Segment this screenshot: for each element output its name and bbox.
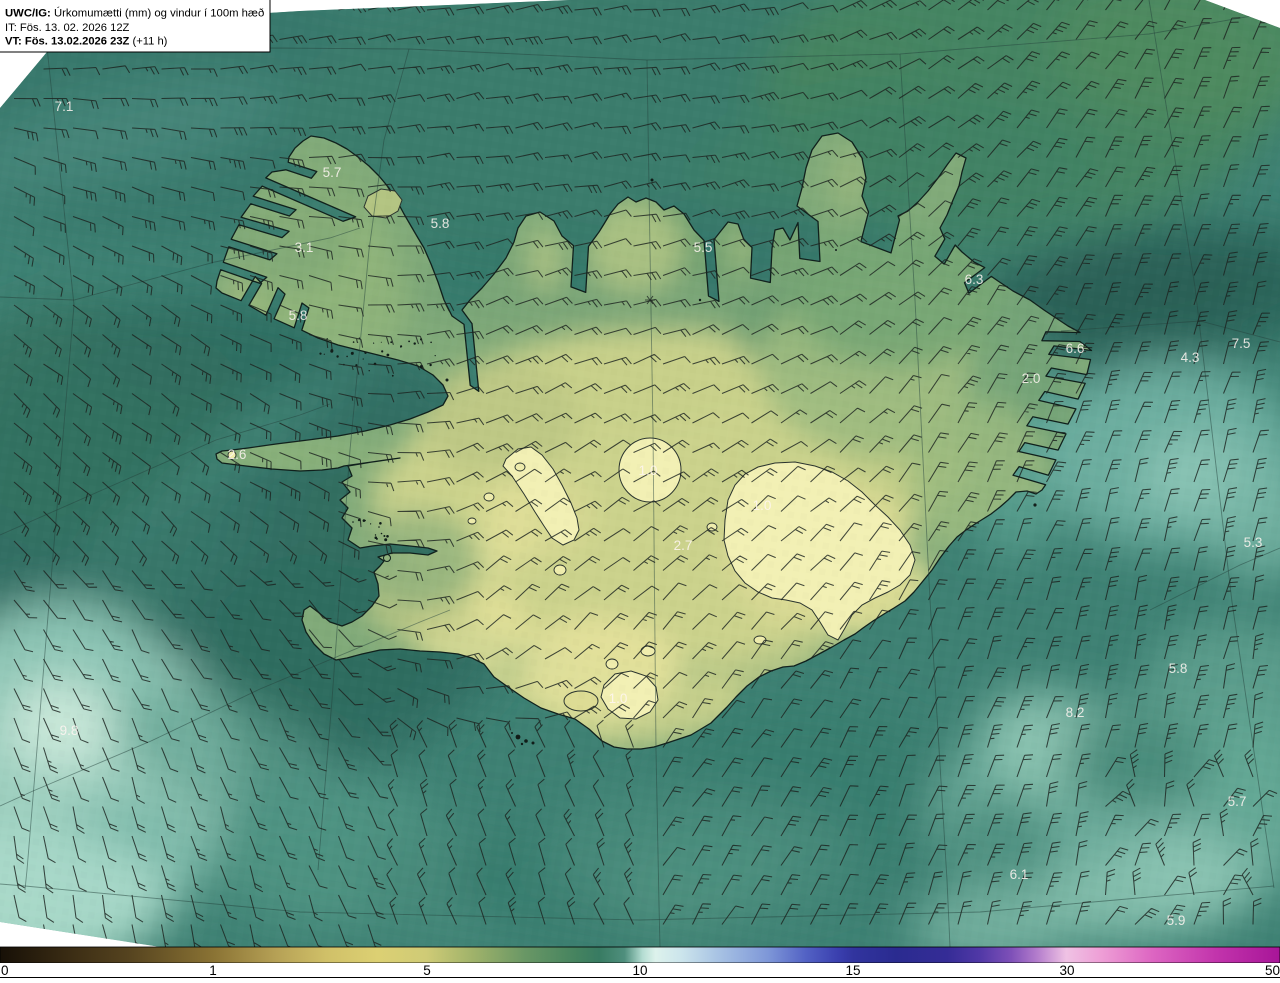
svg-text:50: 50 <box>1265 963 1280 978</box>
svg-text:IT: Fös. 13. 02. 2026 12Z: IT: Fös. 13. 02. 2026 12Z <box>5 22 130 34</box>
svg-text:1: 1 <box>209 963 217 978</box>
svg-text:5: 5 <box>423 963 431 978</box>
svg-text:5.8: 5.8 <box>431 216 450 231</box>
svg-text:5.5: 5.5 <box>694 240 713 255</box>
svg-text:30: 30 <box>1059 963 1074 978</box>
svg-text:6.1: 6.1 <box>1010 867 1029 882</box>
svg-text:8.2: 8.2 <box>1066 705 1085 720</box>
svg-text:1.0: 1.0 <box>609 691 628 706</box>
svg-text:VT: Fös. 13.02.2026 23Z (+11 h: VT: Fös. 13.02.2026 23Z (+11 h) <box>5 36 168 48</box>
svg-text:9.8: 9.8 <box>60 723 79 738</box>
svg-text:10: 10 <box>632 963 647 978</box>
svg-text:2.0: 2.0 <box>1022 371 1041 386</box>
svg-text:6.6: 6.6 <box>1066 341 1085 356</box>
svg-text:2.7: 2.7 <box>674 538 693 553</box>
svg-text:5.9: 5.9 <box>1167 913 1186 928</box>
svg-text:7.1: 7.1 <box>55 99 74 114</box>
svg-text:2.6: 2.6 <box>228 447 247 462</box>
svg-text:1.0: 1.0 <box>753 498 772 513</box>
svg-text:6.3: 6.3 <box>965 272 984 287</box>
svg-text:4.3: 4.3 <box>1181 350 1200 365</box>
svg-text:1.0: 1.0 <box>639 463 658 478</box>
svg-text:5.7: 5.7 <box>323 165 342 180</box>
svg-text:5.3: 5.3 <box>1244 535 1263 550</box>
svg-text:5.7: 5.7 <box>1228 794 1247 809</box>
svg-text:5.8: 5.8 <box>1169 661 1188 676</box>
svg-text:5.8: 5.8 <box>289 308 308 323</box>
svg-text:UWC/IG: Úrkomumætti (mm) og vi: UWC/IG: Úrkomumætti (mm) og vindur í 100… <box>5 7 264 20</box>
svg-text:7.5: 7.5 <box>1232 336 1251 351</box>
svg-text:0: 0 <box>1 963 9 978</box>
svg-text:15: 15 <box>845 963 860 978</box>
svg-text:3.1: 3.1 <box>295 240 314 255</box>
